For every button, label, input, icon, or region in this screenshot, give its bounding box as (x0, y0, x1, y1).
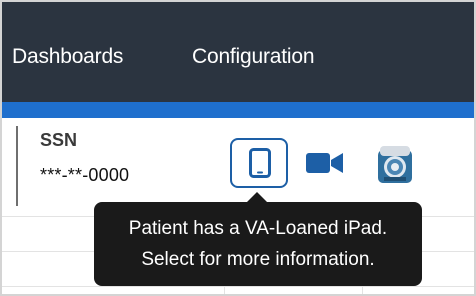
screenshot-frame: Dashboards Configuration SSN ***-**-0000 (0, 0, 476, 296)
nav-item-configuration[interactable]: Configuration (192, 45, 315, 69)
va-seal-icon[interactable] (374, 140, 418, 186)
ssn-label: SSN (40, 130, 78, 150)
video-camera-icon[interactable] (305, 150, 345, 176)
section-divider (16, 126, 18, 206)
ssn-value: ***-**-0000 (40, 165, 130, 185)
nav-item-dashboards[interactable]: Dashboards (12, 45, 123, 69)
table-row-divider (2, 286, 474, 287)
ipad-tooltip: Patient has a VA-Loaned iPad. Select for… (94, 202, 422, 286)
tooltip-line-1: Patient has a VA-Loaned iPad. (128, 218, 388, 239)
nav-accent-strip (2, 102, 474, 118)
va-loaned-ipad-button[interactable] (230, 138, 288, 188)
tablet-icon (249, 148, 271, 178)
top-navigation-bar: Dashboards Configuration (2, 2, 474, 118)
tooltip-line-2: Select for more information. (141, 249, 375, 270)
